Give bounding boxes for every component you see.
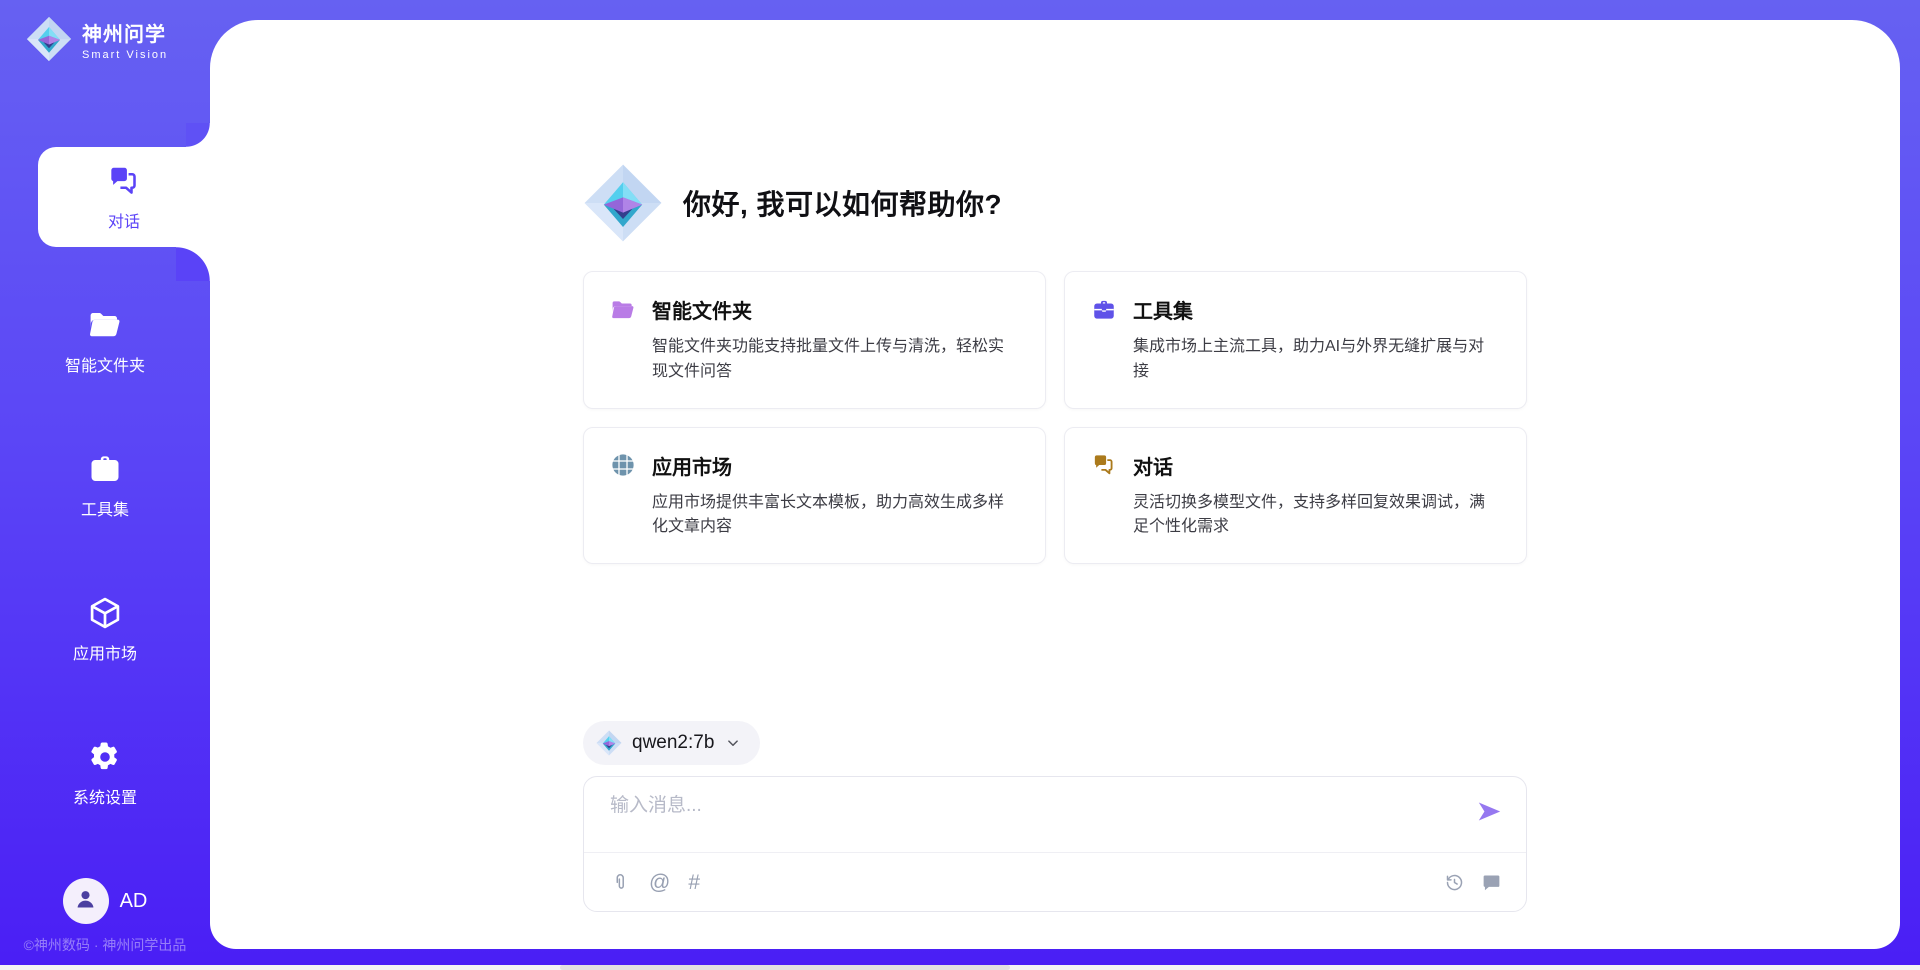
horizontal-scrollbar[interactable] — [0, 965, 1920, 970]
sidebar-item-tools[interactable]: 工具集 — [0, 435, 210, 535]
brand-subtitle: Smart Vision — [82, 49, 168, 61]
feature-card[interactable]: 工具集 集成市场上主流工具，助力AI与外界无缝扩展与对接 — [1064, 271, 1527, 409]
card-description: 灵活切换多模型文件，支持多样回复效果调试，满足个性化需求 — [1091, 491, 1500, 541]
hashtag-button[interactable]: # — [688, 872, 700, 893]
comment-button[interactable] — [1481, 872, 1502, 893]
feature-card[interactable]: 对话 灵活切换多模型文件，支持多样回复效果调试，满足个性化需求 — [1064, 427, 1527, 565]
folder-icon — [87, 307, 123, 343]
sidebar-item-label: 工具集 — [81, 496, 129, 520]
main-panel: 你好, 我可以如何帮助你? 智能文件夹 智能文件夹功能支持批量文件上传与清洗，轻… — [210, 20, 1900, 949]
comment-icon — [1481, 872, 1502, 893]
chat-icon — [1091, 452, 1117, 478]
message-input[interactable] — [610, 790, 1470, 846]
composer-tools-right — [1444, 872, 1502, 893]
sidebar-item-folders[interactable]: 智能文件夹 — [0, 291, 210, 391]
feature-cards: 智能文件夹 智能文件夹功能支持批量文件上传与清洗，轻松实现文件问答 工具集 集成… — [583, 271, 1527, 564]
chevron-down-icon — [724, 734, 742, 752]
card-title: 对话 — [1133, 451, 1173, 480]
brand-diamond-icon — [583, 163, 663, 243]
send-button[interactable] — [1476, 798, 1503, 825]
card-title: 应用市场 — [652, 451, 732, 480]
paperclip-icon — [610, 872, 631, 893]
scrollbar-thumb[interactable] — [560, 965, 1010, 970]
user-icon — [72, 885, 99, 917]
main-content: 你好, 我可以如何帮助你? 智能文件夹 智能文件夹功能支持批量文件上传与清洗，轻… — [583, 20, 1527, 912]
user-row[interactable]: AD — [0, 878, 210, 924]
send-icon — [1476, 798, 1503, 825]
sidebar-footer: ©神州数码 · 神州问学出品 — [0, 935, 210, 955]
model-name: qwen2:7b — [632, 732, 714, 754]
toolbox-icon — [87, 451, 123, 487]
settings-icon — [87, 739, 123, 775]
sidebar: 神州问学 Smart Vision 对话 智能文件夹 工具集 应用市场 系统设置… — [0, 0, 210, 970]
sidebar-item-chat[interactable]: 对话 — [38, 147, 210, 247]
card-title: 工具集 — [1133, 295, 1193, 324]
history-button[interactable] — [1444, 872, 1465, 893]
sidebar-item-label: 智能文件夹 — [65, 352, 145, 376]
sidebar-item-market[interactable]: 应用市场 — [0, 579, 210, 679]
user-initials: AD — [120, 890, 148, 913]
card-description: 智能文件夹功能支持批量文件上传与清洗，轻松实现文件问答 — [610, 335, 1019, 385]
chat-icon — [106, 163, 142, 199]
attach-button[interactable] — [610, 872, 631, 893]
history-icon — [1444, 872, 1465, 893]
card-description: 集成市场上主流工具，助力AI与外界无缝扩展与对接 — [1091, 335, 1500, 385]
sidebar-nav: 对话 智能文件夹 工具集 应用市场 系统设置 — [0, 147, 210, 823]
toolbox-icon — [1091, 297, 1117, 323]
composer-tools-left: @ # — [610, 872, 700, 893]
avatar[interactable] — [63, 878, 109, 924]
market-grid-icon — [610, 452, 636, 478]
sidebar-item-label: 对话 — [108, 208, 140, 232]
card-description: 应用市场提供丰富长文本模板，助力高效生成多样化文章内容 — [610, 491, 1019, 541]
feature-card[interactable]: 应用市场 应用市场提供丰富长文本模板，助力高效生成多样化文章内容 — [583, 427, 1046, 565]
composer-toolbar: @ # — [610, 853, 1502, 911]
model-selector[interactable]: qwen2:7b — [583, 721, 760, 765]
brand-name: 神州问学 — [82, 18, 168, 47]
feature-card[interactable]: 智能文件夹 智能文件夹功能支持批量文件上传与清洗，轻松实现文件问答 — [583, 271, 1046, 409]
folder-icon — [610, 297, 636, 323]
brand: 神州问学 Smart Vision — [0, 0, 210, 62]
brand-diamond-icon — [26, 16, 72, 62]
brand-text: 神州问学 Smart Vision — [82, 18, 168, 61]
greeting-title: 你好, 我可以如何帮助你? — [683, 183, 1002, 223]
composer: @ # — [583, 776, 1527, 912]
cube-icon — [87, 595, 123, 631]
app-root: { "brand": { "name": "神州问学", "subtitle":… — [0, 0, 1920, 970]
brand-diamond-icon — [596, 730, 622, 756]
sidebar-item-settings[interactable]: 系统设置 — [0, 723, 210, 823]
card-title: 智能文件夹 — [652, 295, 752, 324]
sidebar-item-label: 应用市场 — [73, 640, 137, 664]
greeting: 你好, 我可以如何帮助你? — [583, 163, 1527, 243]
sidebar-item-label: 系统设置 — [73, 784, 137, 808]
mention-button[interactable]: @ — [649, 872, 670, 893]
